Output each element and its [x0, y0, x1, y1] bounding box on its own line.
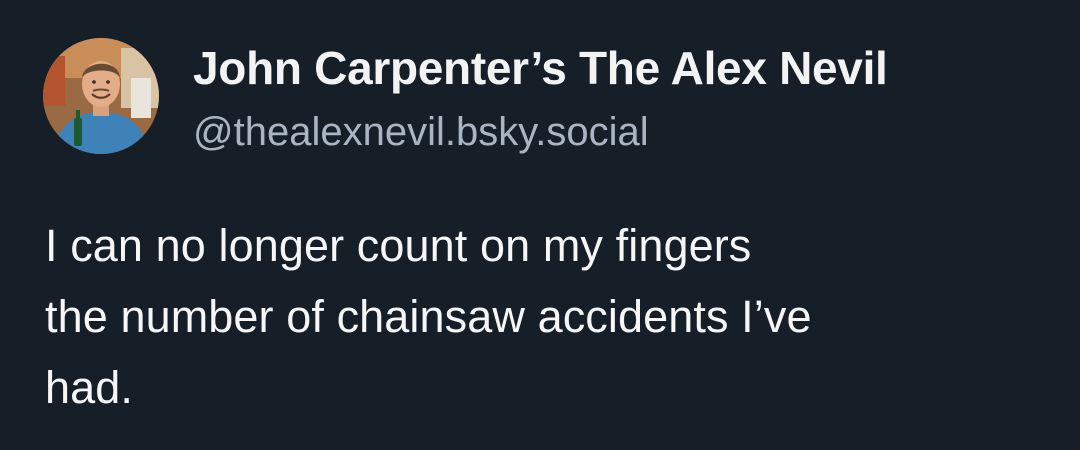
- profile-photo-avatar-icon: [43, 38, 159, 154]
- avatar[interactable]: [43, 38, 159, 154]
- post-text: I can no longer count on my fingers the …: [45, 220, 812, 413]
- author-display-name[interactable]: John Carpenter’s The Alex Nevil: [193, 38, 888, 98]
- author-handle[interactable]: @thealexnevil.bsky.social: [193, 104, 649, 160]
- post-card: John Carpenter’s The Alex Nevil @thealex…: [0, 0, 1080, 450]
